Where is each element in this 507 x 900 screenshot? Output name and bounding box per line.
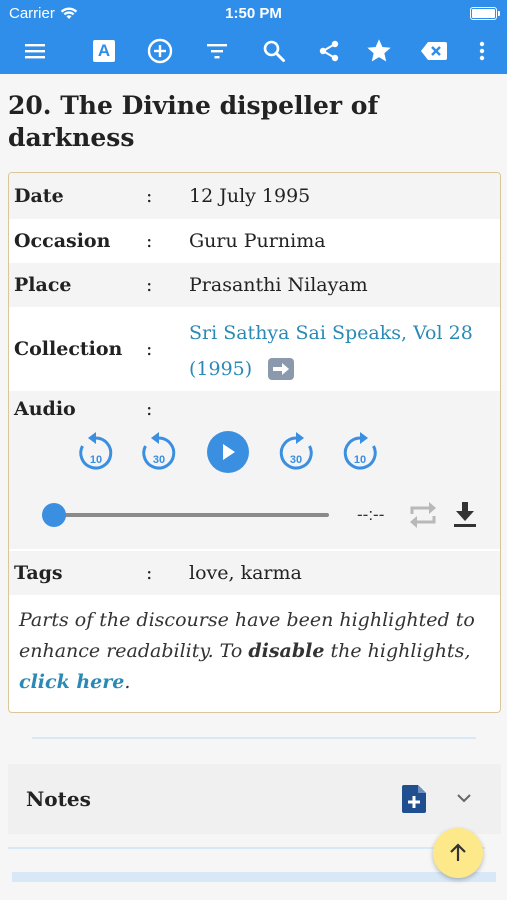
- highlight-notice: Parts of the discourse have been highlig…: [19, 605, 489, 698]
- notes-section[interactable]: Notes: [8, 764, 501, 834]
- discourse-title: 20. The Divine dispeller of darkness: [8, 91, 379, 152]
- notice-bold-text: disable: [248, 640, 325, 662]
- font-button-label: A: [97, 41, 111, 60]
- open-collection-arrow-icon[interactable]: [268, 358, 295, 380]
- date-label: Date: [14, 185, 64, 207]
- tags-label: Tags: [14, 562, 63, 584]
- notice-end: .: [124, 671, 131, 693]
- collection-link[interactable]: Sri Sathya Sai Speaks, Vol 28: [189, 315, 473, 351]
- status-time: 1:50 PM: [225, 5, 282, 22]
- place-separator: :: [146, 274, 153, 296]
- time-display: --:--: [357, 505, 385, 524]
- discourse-info-box: Date : 12 July 1995 Occasion : Guru Purn…: [8, 172, 501, 713]
- occasion-label: Occasion: [14, 230, 111, 252]
- place-label: Place: [14, 274, 72, 296]
- forward-10-icon: 10: [343, 432, 377, 470]
- font-icon[interactable]: A: [89, 36, 119, 66]
- add-circle-icon[interactable]: [145, 36, 175, 66]
- audio-separator: :: [146, 398, 153, 420]
- date-row: Date : 12 July 1995: [9, 173, 500, 219]
- audio-label: Audio: [14, 398, 76, 420]
- battery-icon: [470, 7, 500, 20]
- collection-separator: :: [146, 338, 153, 360]
- menu-icon[interactable]: [20, 36, 50, 66]
- add-note-button[interactable]: [401, 784, 427, 818]
- forward-30-icon: 30: [279, 432, 313, 470]
- collection-label: Collection: [14, 338, 123, 360]
- chevron-down-icon: [457, 794, 471, 803]
- expand-notes-button[interactable]: [455, 789, 473, 811]
- forward-10-button[interactable]: 10: [341, 431, 379, 479]
- content-edge-bar: [12, 872, 496, 882]
- progress-track[interactable]: [42, 513, 329, 517]
- tags-value: love, karma: [189, 562, 302, 584]
- notes-label: Notes: [26, 787, 91, 811]
- play-button[interactable]: [207, 431, 249, 473]
- place-row: Place : Prasanthi Nilayam: [9, 263, 500, 307]
- repeat-button[interactable]: [407, 500, 439, 534]
- rewind-30-icon: 30: [142, 432, 176, 470]
- download-icon: [454, 502, 476, 527]
- status-bar: Carrier 1:50 PM: [0, 0, 507, 28]
- place-value: Prasanthi Nilayam: [189, 274, 368, 296]
- date-value: 12 July 1995: [189, 185, 311, 207]
- play-icon: [223, 444, 235, 460]
- audio-player: 10 30 30 10 --:--: [9, 427, 500, 549]
- add-note-icon: [402, 785, 426, 813]
- collection-year-link[interactable]: (1995): [189, 351, 252, 387]
- clear-icon[interactable]: [419, 36, 449, 66]
- arrow-up-icon: [450, 843, 466, 861]
- forward-30-button[interactable]: 30: [277, 431, 315, 479]
- share-icon[interactable]: [314, 36, 344, 66]
- notice-text-2: the highlights,: [324, 640, 471, 662]
- occasion-row: Occasion : Guru Purnima: [9, 219, 500, 263]
- download-button[interactable]: [452, 500, 478, 532]
- forward-10-label: 10: [354, 454, 366, 466]
- scroll-to-top-button[interactable]: [433, 828, 483, 878]
- rewind-10-icon: 10: [79, 432, 113, 470]
- repeat-icon: [410, 502, 436, 528]
- rewind-30-button[interactable]: 30: [140, 431, 178, 479]
- star-icon[interactable]: [364, 36, 394, 66]
- collection-row: Collection : Sri Sathya Sai Speaks, Vol …: [9, 307, 500, 391]
- date-separator: :: [146, 185, 153, 207]
- forward-30-label: 30: [290, 454, 302, 466]
- search-icon[interactable]: [259, 36, 289, 66]
- rewind-10-label: 10: [90, 454, 102, 466]
- divider: [32, 737, 476, 739]
- divider: [8, 847, 485, 849]
- disable-highlights-link[interactable]: click here: [19, 671, 124, 693]
- rewind-30-label: 30: [153, 454, 165, 466]
- tags-separator: :: [146, 562, 153, 584]
- progress-thumb[interactable]: [42, 503, 66, 527]
- collection-value: Sri Sathya Sai Speaks, Vol 28 (1995): [189, 315, 473, 387]
- tags-row: Tags : love, karma: [9, 551, 500, 595]
- occasion-separator: :: [146, 230, 153, 252]
- rewind-10-button[interactable]: 10: [77, 431, 115, 479]
- audio-row: Audio :: [9, 391, 500, 427]
- more-vert-icon[interactable]: [467, 36, 497, 66]
- occasion-value: Guru Purnima: [189, 230, 326, 252]
- filter-icon[interactable]: [202, 36, 232, 66]
- toolbar: A: [0, 28, 507, 74]
